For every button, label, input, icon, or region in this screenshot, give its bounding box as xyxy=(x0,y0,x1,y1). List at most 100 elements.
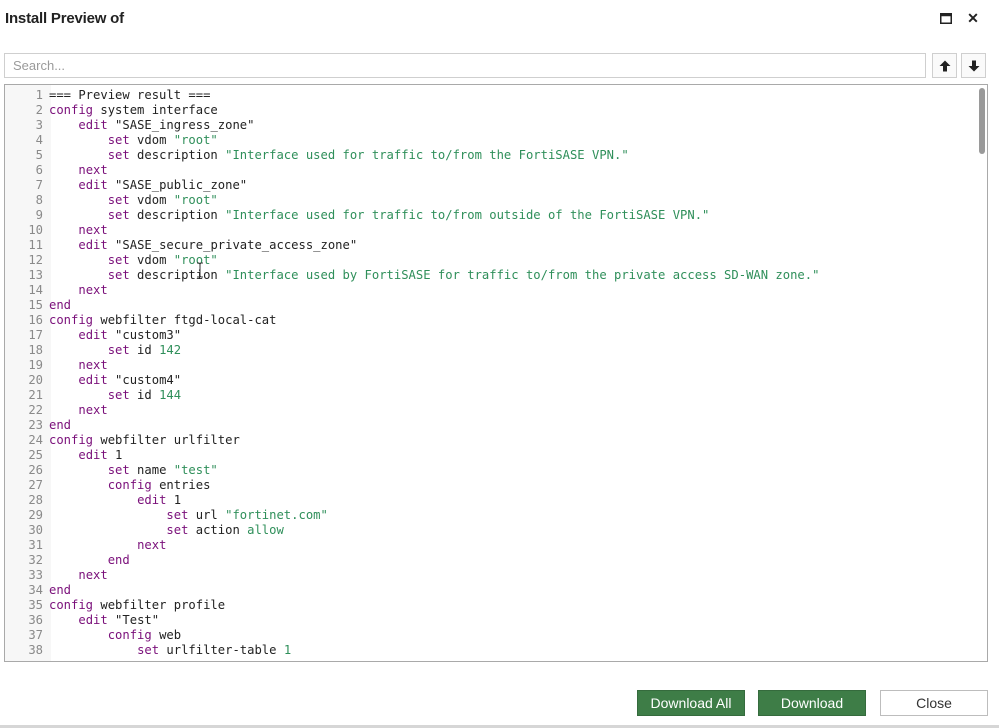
code-keyword: set xyxy=(107,463,130,477)
code-text: end xyxy=(49,553,130,567)
code-value: "test" xyxy=(173,463,218,477)
code-line: 12 set vdom "root" xyxy=(5,253,975,268)
code-keyword: next xyxy=(78,163,108,177)
line-number: 30 xyxy=(28,523,43,537)
code-text: set urlfilter-table 1 xyxy=(49,643,291,657)
search-next-button[interactable] xyxy=(961,53,986,78)
code-keyword: config xyxy=(49,433,94,447)
text-cursor-icon xyxy=(197,262,203,278)
code-line: 4 set vdom "root" xyxy=(5,133,975,148)
line-number: 37 xyxy=(28,628,43,642)
code-keyword: edit xyxy=(78,328,108,342)
code-token: "SASE_public_zone" xyxy=(107,178,248,192)
code-keyword: config xyxy=(49,313,94,327)
close-icon[interactable]: ✕ xyxy=(964,9,982,27)
code-text: config webfilter urlfilter xyxy=(49,433,240,447)
code-text: set name "test" xyxy=(49,463,218,477)
code-keyword: edit xyxy=(78,118,108,132)
line-number: 36 xyxy=(28,613,43,627)
search-input[interactable] xyxy=(5,54,925,77)
line-number: 28 xyxy=(28,493,43,507)
line-number: 9 xyxy=(35,208,43,222)
code-lines: 1 === Preview result === 2 config system in… xyxy=(5,88,975,658)
search-field[interactable] xyxy=(4,53,926,78)
line-number: 11 xyxy=(28,238,43,252)
line-number: 31 xyxy=(28,538,43,552)
code-token: webfilter profile xyxy=(93,598,226,612)
code-token: "custom4" xyxy=(107,373,182,387)
code-token: 1 xyxy=(107,448,123,462)
code-value: "root" xyxy=(173,193,218,207)
line-number: 24 xyxy=(28,433,43,447)
download-button[interactable]: Download xyxy=(758,690,866,716)
code-value: "Interface used for traffic to/from the … xyxy=(225,148,629,162)
line-number: 10 xyxy=(28,223,43,237)
code-token: === Preview result === xyxy=(49,88,211,102)
close-button[interactable]: Close xyxy=(880,690,988,716)
code-keyword: set xyxy=(107,208,130,222)
code-token: webfilter urlfilter xyxy=(93,433,240,447)
vertical-scrollbar[interactable] xyxy=(975,85,987,661)
code-line: 30 set action allow xyxy=(5,523,975,538)
code-value: "root" xyxy=(173,133,218,147)
code-preview-editor[interactable]: 1 === Preview result === 2 config system in… xyxy=(4,84,988,662)
code-keyword: set xyxy=(107,268,130,282)
code-text: edit "custom3" xyxy=(49,328,181,342)
code-line: 17 edit "custom3" xyxy=(5,328,975,343)
code-text: === Preview result === xyxy=(49,88,210,102)
code-token: webfilter ftgd-local-cat xyxy=(93,313,277,327)
download-all-button[interactable]: Download All xyxy=(637,690,745,716)
line-number: 7 xyxy=(35,178,43,192)
code-token: vdom xyxy=(129,133,174,147)
code-token: "Test" xyxy=(107,613,160,627)
code-keyword: set xyxy=(137,643,160,657)
code-line: 27 config entries xyxy=(5,478,975,493)
line-number: 5 xyxy=(35,148,43,162)
code-text: next xyxy=(49,358,108,372)
dialog-title: Install Preview of xyxy=(5,10,124,27)
line-number: 21 xyxy=(28,388,43,402)
code-line: 3 edit "SASE_ingress_zone" xyxy=(5,118,975,133)
code-value: "fortinet.com" xyxy=(225,508,328,522)
line-number: 4 xyxy=(35,133,43,147)
code-text: config webfilter ftgd-local-cat xyxy=(49,313,276,327)
code-keyword: next xyxy=(78,358,108,372)
code-keyword: edit xyxy=(78,178,108,192)
code-line: 19 next xyxy=(5,358,975,373)
code-text: edit "SASE_public_zone" xyxy=(49,178,247,192)
code-text: edit "Test" xyxy=(49,613,159,627)
maximize-icon[interactable] xyxy=(937,9,955,27)
code-keyword: end xyxy=(49,418,72,432)
code-text: set description "Interface used for traf… xyxy=(49,148,629,162)
line-number: 20 xyxy=(28,373,43,387)
code-token: vdom xyxy=(129,193,174,207)
code-text: next xyxy=(49,403,108,417)
code-keyword: next xyxy=(78,403,108,417)
code-text: set description "Interface used by Forti… xyxy=(49,268,820,282)
line-number: 6 xyxy=(35,163,43,177)
code-text: end xyxy=(49,583,71,597)
line-number: 12 xyxy=(28,253,43,267)
code-text: next xyxy=(49,223,107,237)
code-keyword: edit xyxy=(78,238,108,252)
code-token: "custom3" xyxy=(107,328,182,342)
line-number: 18 xyxy=(28,343,43,357)
line-number: 25 xyxy=(28,448,43,462)
code-line: 23 end xyxy=(5,418,975,433)
code-text: config entries xyxy=(49,478,211,492)
code-text: end xyxy=(49,418,71,432)
scrollbar-thumb[interactable] xyxy=(979,88,985,154)
search-prev-button[interactable] xyxy=(932,53,957,78)
code-keyword: set xyxy=(166,523,189,537)
